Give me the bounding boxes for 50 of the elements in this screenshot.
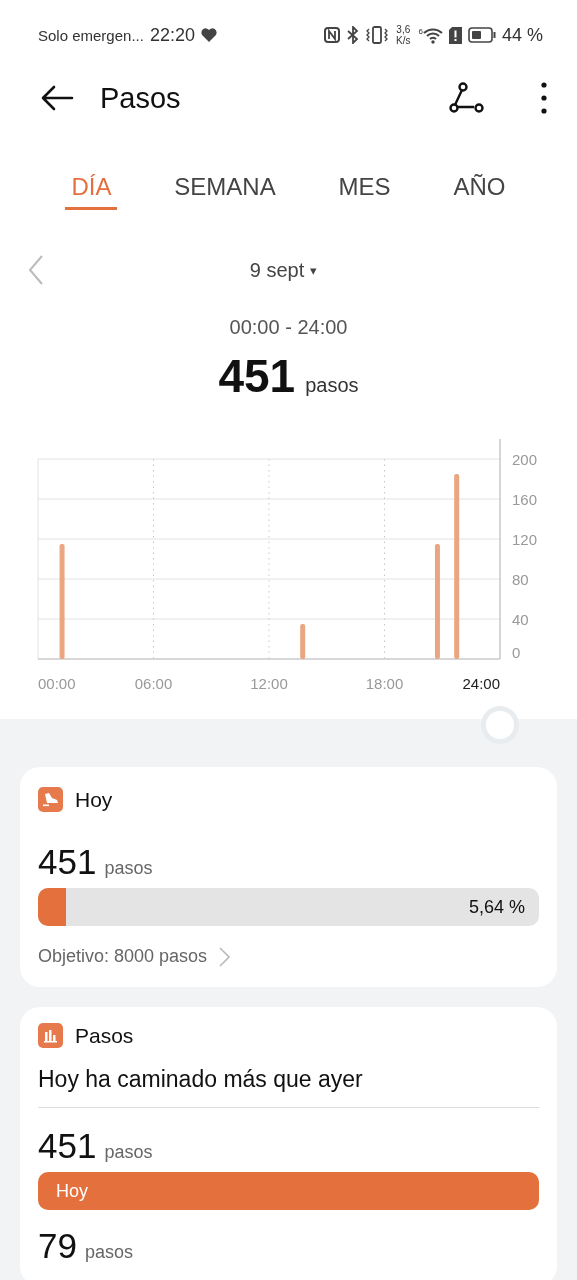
page-title: Pasos (100, 81, 182, 115)
x-tick-label: 00:00 (38, 675, 76, 692)
comparison-summary: Hoy ha caminado más que ayer (38, 1066, 539, 1108)
period-tab[interactable]: SEMANA (168, 164, 282, 210)
y-tick-label: 0 (512, 644, 521, 661)
time-range: 00:00 - 24:00 (228, 316, 349, 339)
back-button[interactable] (40, 85, 74, 111)
y-tick-label: 40 (512, 611, 529, 628)
comparison-bar: Hoy (38, 1172, 539, 1210)
y-tick-label: 120 (512, 531, 538, 548)
vibrate-icon (366, 26, 389, 44)
heart-icon (200, 28, 217, 42)
y-tick-label: 80 (512, 571, 529, 588)
period-tab[interactable]: MES (332, 164, 397, 210)
bar (300, 624, 306, 659)
carrier-text: Solo emergen... (38, 26, 144, 44)
date-picker[interactable]: 9 sept ▾ (243, 257, 324, 283)
x-tick-label: 24:00 (462, 675, 500, 692)
battery-icon (467, 27, 496, 43)
battery-percent: 44 % (501, 24, 543, 46)
network-type-label: 6 (418, 26, 423, 36)
step-unit: pasos (104, 1142, 153, 1163)
goal-text: Objetivo: 8000 pasos (38, 946, 208, 967)
step-count: 451 (38, 1126, 97, 1166)
more-button[interactable] (541, 82, 547, 114)
card-title: Pasos (75, 1023, 134, 1048)
step-unit: pasos (104, 858, 153, 879)
y-tick-label: 200 (512, 451, 538, 468)
bar-chart-icon (38, 1023, 63, 1048)
x-tick-label: 12:00 (250, 675, 288, 692)
speed-value: 3,6 (396, 24, 411, 35)
x-tick-label: 18:00 (365, 675, 404, 692)
progress-percent: 5,64 % (468, 896, 526, 918)
step-unit: pasos (84, 1242, 133, 1263)
period-tab[interactable]: AÑO (447, 164, 512, 210)
speed-unit: K/s (396, 35, 411, 46)
route-button[interactable] (449, 82, 485, 114)
sim-alert-icon (448, 26, 462, 44)
step-count: 79 (38, 1226, 77, 1266)
clock: 22:20 (149, 24, 195, 46)
x-tick-label: 06:00 (134, 675, 173, 692)
bluetooth-icon (346, 26, 361, 44)
wifi-icon (422, 26, 443, 44)
step-count: 451 (38, 842, 97, 882)
step-unit: pasos (305, 374, 359, 397)
step-total: 451 (218, 349, 296, 403)
card-title: Hoy (75, 787, 113, 812)
y-tick-label: 160 (512, 491, 538, 508)
nfc-icon (324, 27, 341, 43)
shoe-icon (38, 787, 63, 812)
